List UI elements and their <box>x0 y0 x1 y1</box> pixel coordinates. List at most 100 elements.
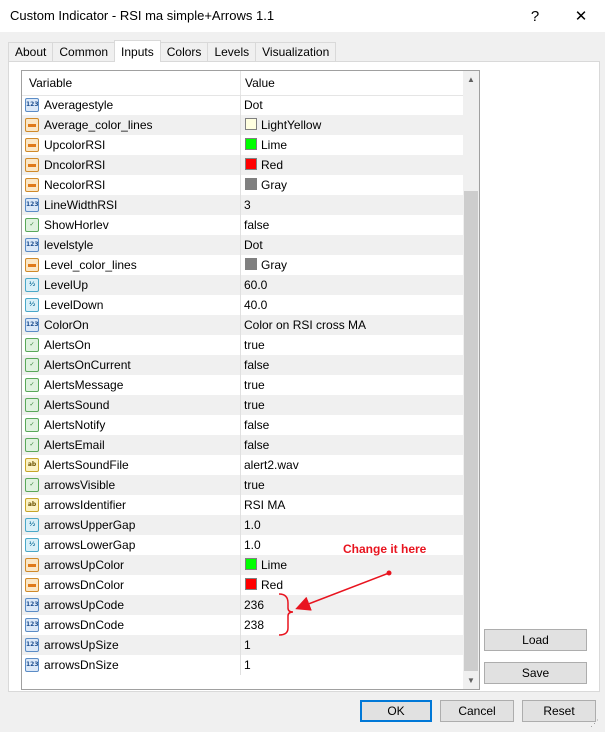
variable-cell[interactable]: 123 LineWidthRSI <box>22 195 241 215</box>
grid-row[interactable]: arrowsDnColor Red <box>22 575 463 595</box>
grid-row[interactable]: DncolorRSI Red <box>22 155 463 175</box>
value-cell[interactable]: true <box>241 335 463 355</box>
variable-cell[interactable]: 123 levelstyle <box>22 235 241 255</box>
scroll-down-arrow-icon[interactable]: ▼ <box>463 672 479 689</box>
variable-cell[interactable]: arrowsUpColor <box>22 555 241 575</box>
grid-row[interactable]: ✓ AlertsOn true <box>22 335 463 355</box>
variable-cell[interactable]: ✓ arrowsVisible <box>22 475 241 495</box>
value-cell[interactable]: Lime <box>241 135 463 155</box>
value-cell[interactable]: Red <box>241 155 463 175</box>
variable-cell[interactable]: 123 arrowsUpCode <box>22 595 241 615</box>
variable-cell[interactable]: ½ arrowsLowerGap <box>22 535 241 555</box>
variable-cell[interactable]: ✓ AlertsOnCurrent <box>22 355 241 375</box>
variable-cell[interactable]: ✓ ShowHorlev <box>22 215 241 235</box>
variable-cell[interactable]: 123 arrowsUpSize <box>22 635 241 655</box>
grid-row[interactable]: ✓ ShowHorlev false <box>22 215 463 235</box>
variable-cell[interactable]: NecolorRSI <box>22 175 241 195</box>
variable-cell[interactable]: Average_color_lines <box>22 115 241 135</box>
grid-row[interactable]: 123 arrowsUpSize 1 <box>22 635 463 655</box>
grid-row[interactable]: Average_color_lines LightYellow <box>22 115 463 135</box>
tab-visualization[interactable]: Visualization <box>255 42 337 61</box>
value-cell[interactable]: 3 <box>241 195 463 215</box>
value-cell[interactable]: false <box>241 435 463 455</box>
variable-cell[interactable]: ✓ AlertsOn <box>22 335 241 355</box>
grid-row[interactable]: 123 levelstyle Dot <box>22 235 463 255</box>
grid-row[interactable]: ✓ AlertsMessage true <box>22 375 463 395</box>
value-cell[interactable]: Gray <box>241 175 463 195</box>
value-cell[interactable]: false <box>241 215 463 235</box>
color-swatch[interactable] <box>245 118 257 130</box>
variable-cell[interactable]: arrowsDnColor <box>22 575 241 595</box>
variable-cell[interactable]: ab arrowsIdentifier <box>22 495 241 515</box>
reset-button[interactable]: Reset <box>522 700 596 722</box>
grid-row[interactable]: ✓ AlertsOnCurrent false <box>22 355 463 375</box>
grid-row[interactable]: 123 ColorOn Color on RSI cross MA <box>22 315 463 335</box>
value-cell[interactable]: false <box>241 415 463 435</box>
variable-cell[interactable]: 123 ColorOn <box>22 315 241 335</box>
variable-cell[interactable]: ½ LevelUp <box>22 275 241 295</box>
variable-cell[interactable]: 123 arrowsDnSize <box>22 655 241 675</box>
value-cell[interactable]: Red <box>241 575 463 595</box>
variable-cell[interactable]: ✓ AlertsSound <box>22 395 241 415</box>
save-button[interactable]: Save <box>484 662 587 684</box>
value-cell[interactable]: true <box>241 375 463 395</box>
color-swatch[interactable] <box>245 578 257 590</box>
value-cell[interactable]: Dot <box>241 95 463 115</box>
grid-row[interactable]: ½ LevelDown 40.0 <box>22 295 463 315</box>
tab-common[interactable]: Common <box>52 42 116 61</box>
grid-row[interactable]: ✓ AlertsNotify false <box>22 415 463 435</box>
value-cell[interactable]: Dot <box>241 235 463 255</box>
vertical-scrollbar[interactable]: ▲ ▼ <box>463 71 479 689</box>
value-cell[interactable]: alert2.wav <box>241 455 463 475</box>
variable-cell[interactable]: DncolorRSI <box>22 155 241 175</box>
column-divider[interactable] <box>240 71 241 95</box>
variable-cell[interactable]: ½ arrowsUpperGap <box>22 515 241 535</box>
variable-cell[interactable]: ✓ AlertsEmail <box>22 435 241 455</box>
variable-cell[interactable]: Level_color_lines <box>22 255 241 275</box>
grid-row[interactable]: UpcolorRSI Lime <box>22 135 463 155</box>
grid-row[interactable]: arrowsUpColor Lime <box>22 555 463 575</box>
value-cell[interactable]: 60.0 <box>241 275 463 295</box>
value-cell[interactable]: RSI MA <box>241 495 463 515</box>
color-swatch[interactable] <box>245 178 257 190</box>
variable-cell[interactable]: 123 arrowsDnCode <box>22 615 241 635</box>
scrollbar-thumb[interactable] <box>464 191 478 671</box>
variable-cell[interactable]: ✓ AlertsMessage <box>22 375 241 395</box>
grid-row[interactable]: 123 arrowsUpCode 236 <box>22 595 463 615</box>
grid-row[interactable]: NecolorRSI Gray <box>22 175 463 195</box>
tab-colors[interactable]: Colors <box>159 42 209 61</box>
value-cell[interactable]: Gray <box>241 255 463 275</box>
value-column-header[interactable]: Value <box>245 76 275 90</box>
grid-row[interactable]: Level_color_lines Gray <box>22 255 463 275</box>
variable-cell[interactable]: UpcolorRSI <box>22 135 241 155</box>
variable-cell[interactable]: 123 Averagestyle <box>22 95 241 115</box>
cancel-button[interactable]: Cancel <box>440 700 514 722</box>
value-cell[interactable]: Color on RSI cross MA <box>241 315 463 335</box>
value-cell[interactable]: true <box>241 395 463 415</box>
grid-row[interactable]: 123 arrowsDnSize 1 <box>22 655 463 675</box>
tab-levels[interactable]: Levels <box>207 42 257 61</box>
value-cell[interactable]: LightYellow <box>241 115 463 135</box>
value-cell[interactable]: false <box>241 355 463 375</box>
variable-cell[interactable]: ✓ AlertsNotify <box>22 415 241 435</box>
grid-row[interactable]: 123 arrowsDnCode 238 <box>22 615 463 635</box>
value-cell[interactable]: 1 <box>241 655 463 675</box>
help-button[interactable]: ? <box>512 0 558 32</box>
color-swatch[interactable] <box>245 158 257 170</box>
grid-row[interactable]: ✓ arrowsVisible true <box>22 475 463 495</box>
tab-inputs[interactable]: Inputs <box>114 40 161 62</box>
value-cell[interactable]: Lime <box>241 555 463 575</box>
value-cell[interactable]: 236 <box>241 595 463 615</box>
variable-cell[interactable]: ½ LevelDown <box>22 295 241 315</box>
grid-row[interactable]: 123 Averagestyle Dot <box>22 95 463 115</box>
grid-row[interactable]: ✓ AlertsSound true <box>22 395 463 415</box>
grid-row[interactable]: ab AlertsSoundFile alert2.wav <box>22 455 463 475</box>
color-swatch[interactable] <box>245 258 257 270</box>
value-cell[interactable]: 1 <box>241 635 463 655</box>
color-swatch[interactable] <box>245 138 257 150</box>
grid-row[interactable]: ab arrowsIdentifier RSI MA <box>22 495 463 515</box>
color-swatch[interactable] <box>245 558 257 570</box>
variable-cell[interactable]: ab AlertsSoundFile <box>22 455 241 475</box>
grid-row[interactable]: ✓ AlertsEmail false <box>22 435 463 455</box>
grid-row[interactable]: 123 LineWidthRSI 3 <box>22 195 463 215</box>
